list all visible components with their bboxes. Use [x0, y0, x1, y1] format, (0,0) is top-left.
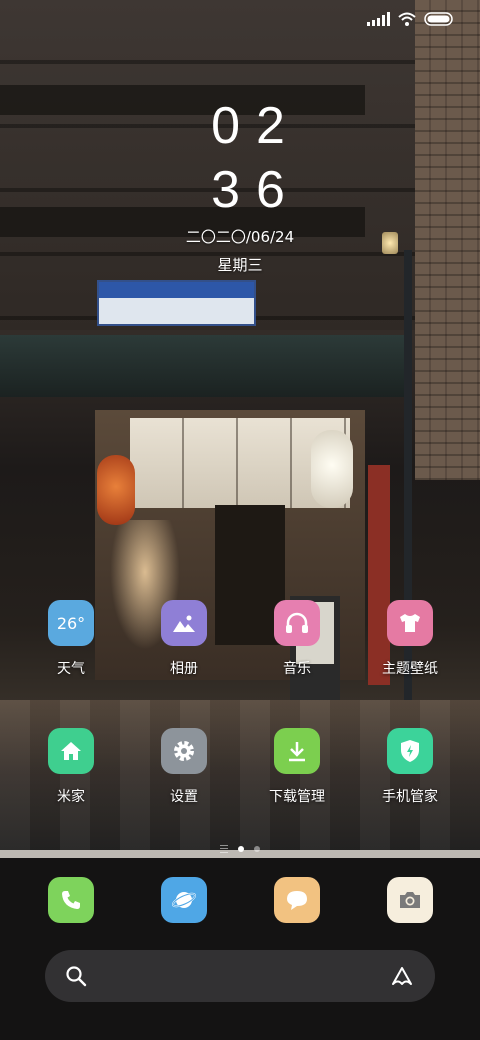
- assistant-icon[interactable]: [389, 965, 415, 987]
- gear-icon: [161, 728, 207, 774]
- home-icon: [48, 728, 94, 774]
- dock-camera[interactable]: [355, 877, 465, 923]
- search-input[interactable]: [105, 964, 379, 990]
- clock-hours[interactable]: 02: [0, 96, 480, 156]
- gallery-icon: [161, 600, 207, 646]
- app-label: 设置: [170, 789, 198, 805]
- app-label: 手机管家: [382, 789, 438, 805]
- search-icon[interactable]: [65, 965, 87, 987]
- app-gallery[interactable]: 相册: [129, 600, 239, 678]
- dock-browser[interactable]: [129, 877, 239, 923]
- app-weather[interactable]: 26° 天气: [16, 600, 126, 678]
- status-bar: [0, 0, 480, 40]
- page-indicator[interactable]: [0, 845, 480, 853]
- page-dot-active[interactable]: [238, 846, 244, 852]
- app-downloads[interactable]: 下载管理: [242, 728, 352, 806]
- shield-icon: [387, 728, 433, 774]
- app-label: 主题壁纸: [382, 661, 438, 677]
- search-bar[interactable]: [45, 950, 435, 1002]
- dock-messages[interactable]: [242, 877, 352, 923]
- app-security[interactable]: 手机管家: [355, 728, 465, 806]
- signal-icon: [367, 12, 390, 26]
- app-themes[interactable]: 主题壁纸: [355, 600, 465, 678]
- headphones-icon: [274, 600, 320, 646]
- download-icon: [274, 728, 320, 774]
- dock-phone[interactable]: [16, 877, 126, 923]
- app-label: 米家: [57, 789, 85, 805]
- app-label: 下载管理: [269, 789, 325, 805]
- weather-icon: 26°: [48, 600, 94, 646]
- app-music[interactable]: 音乐: [242, 600, 352, 678]
- app-label: 相册: [170, 661, 198, 677]
- app-label: 天气: [57, 661, 85, 677]
- browser-icon: [161, 877, 207, 923]
- page-dot[interactable]: [254, 846, 260, 852]
- clock-minutes[interactable]: 36: [0, 160, 480, 220]
- camera-icon: [387, 877, 433, 923]
- app-list-icon[interactable]: [220, 845, 228, 853]
- weekday-text: 星期三: [217, 256, 263, 274]
- tshirt-icon: [387, 600, 433, 646]
- app-label: 音乐: [283, 661, 311, 677]
- date-text: 二〇二〇/06/24: [185, 228, 295, 246]
- wifi-icon: [398, 12, 416, 26]
- app-settings[interactable]: 设置: [129, 728, 239, 806]
- phone-icon: [48, 877, 94, 923]
- messages-icon: [274, 877, 320, 923]
- app-mijia[interactable]: 米家: [16, 728, 126, 806]
- battery-icon: [424, 12, 453, 26]
